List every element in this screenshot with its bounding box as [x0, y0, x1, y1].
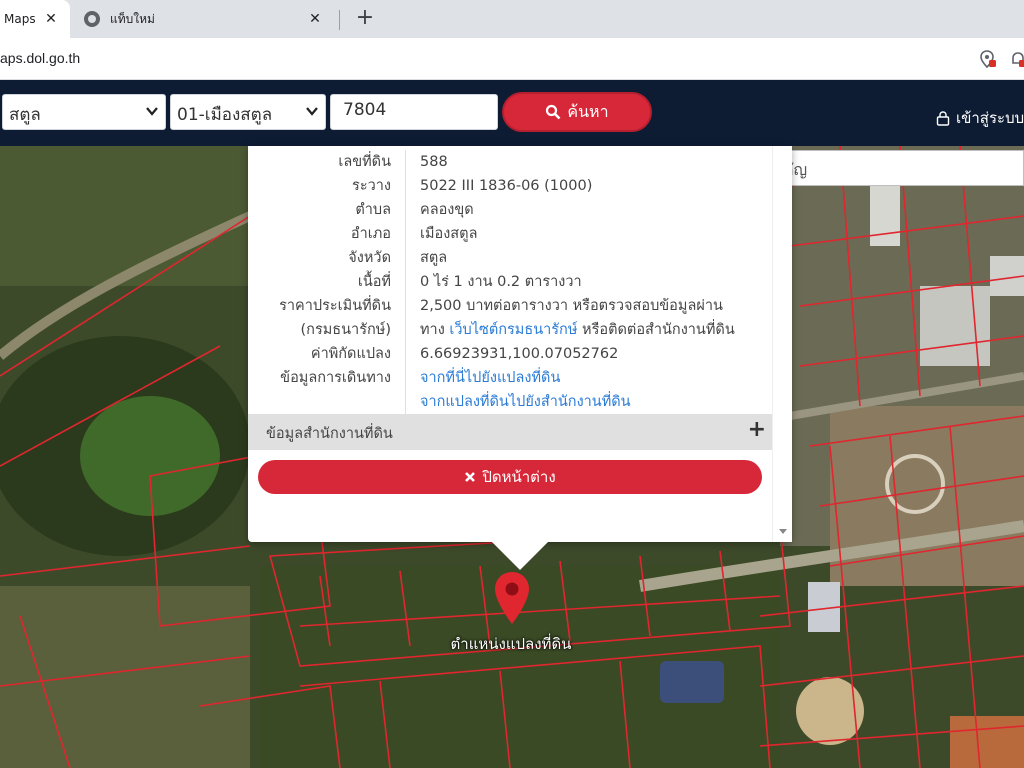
url-text[interactable]: aps.dol.go.th: [0, 50, 80, 66]
search-button[interactable]: ค้นหา: [502, 92, 652, 132]
info-row-map-sheet: ระวาง 5022 III 1836-06 (1000): [248, 174, 772, 198]
address-bar[interactable]: aps.dol.go.th: [0, 38, 1024, 80]
info-value: สตูล: [420, 250, 448, 266]
directions-to-office-link[interactable]: จากแปลงที่ดินไปยังสำนักงานที่ดิน: [420, 390, 631, 414]
times-icon: [465, 472, 476, 482]
info-value: 588: [420, 154, 448, 170]
close-window-button[interactable]: ปิดหน้าต่าง: [258, 460, 762, 494]
info-value: เมืองสตูล: [420, 226, 478, 242]
province-value: สตูล: [9, 105, 41, 125]
coordinates-link[interactable]: 6.66923931,100.07052762: [406, 342, 618, 366]
info-value: คลองขุด: [420, 202, 474, 218]
info-label: จังหวัด: [248, 246, 406, 270]
close-window-label: ปิดหน้าต่าง: [482, 468, 556, 486]
district-select[interactable]: 01-เมืองสตูล: [170, 94, 326, 130]
location-blocked-icon[interactable]: [980, 50, 996, 68]
price-line1: 2,500 บาทต่อตารางวา หรือตรวจสอบข้อมูลผ่า…: [420, 298, 723, 314]
info-label: ระวาง: [248, 174, 406, 198]
directions-label: ข้อมูลการเดินทาง: [280, 370, 391, 386]
info-label: ข้อมูลการเดินทาง: [248, 366, 406, 414]
search-toolbar: สตูล 01-เมืองสตูล 7804 ค้นหา เข้าสู่ระบบ: [0, 80, 1024, 146]
info-label: อำเภอ: [248, 222, 406, 246]
info-value: 0 ไร่ 1 งาน 0.2 ตารางวา: [420, 274, 582, 290]
login-link[interactable]: เข้าสู่ระบบ: [936, 106, 1024, 130]
info-row-district: อำเภอ เมืองสตูล: [248, 222, 772, 246]
info-value: จากที่นี่ไปยังแปลงที่ดิน จากแปลงที่ดินไป…: [406, 366, 631, 414]
close-tab-icon[interactable]: ✕: [306, 10, 324, 28]
info-value: 2,500 บาทต่อตารางวา หรือตรวจสอบข้อมูลผ่า…: [406, 294, 735, 342]
map-pin-icon[interactable]: [492, 570, 532, 626]
search-icon: [546, 104, 561, 120]
parcel-info-popup: เลขที่ดิน 588 ระวาง 5022 III 1836-06 (10…: [248, 146, 792, 570]
info-row-appraised-price: ราคาประเมินที่ดิน (กรมธนารักษ์) 2,500 บา…: [248, 294, 772, 342]
chrome-icon: [84, 11, 100, 27]
land-office-section-toggle[interactable]: ข้อมูลสำนักงานที่ดิน +: [248, 414, 772, 450]
search-button-label: ค้นหา: [567, 101, 609, 121]
info-value: 5022 III 1836-06 (1000): [420, 178, 593, 194]
info-label: ค่าพิกัดแปลง: [248, 342, 406, 366]
chevron-down-icon: [306, 107, 318, 116]
browser-tab-new[interactable]: แท็บใหม่ ✕: [72, 0, 334, 38]
new-tab-button[interactable]: +: [352, 6, 378, 32]
scroll-down-arrow-icon[interactable]: [779, 529, 787, 534]
price-line2-suffix: หรือติดต่อสำนักงานที่ดิน: [582, 322, 735, 338]
province-select[interactable]: สตูล: [2, 94, 166, 130]
price-line2-prefix: ทาง: [420, 322, 445, 338]
parcel-number-input[interactable]: 7804: [330, 94, 498, 130]
price-label-line2: (กรมธนารักษ์): [300, 322, 391, 338]
plus-icon[interactable]: +: [748, 417, 766, 442]
browser-tab-active[interactable]: Maps ✕: [0, 0, 70, 38]
info-row-parcel-number: เลขที่ดิน 588: [248, 150, 772, 174]
info-label: ตำบล: [248, 198, 406, 222]
info-row-coordinates: ค่าพิกัดแปลง 6.66923931,100.07052762: [248, 342, 772, 366]
lock-icon: [936, 111, 950, 126]
close-tab-icon[interactable]: ✕: [42, 10, 60, 28]
tab-title: แท็บใหม่: [110, 11, 155, 26]
tab-separator: [339, 10, 340, 30]
marker-label: ตำแหน่งแปลงที่ดิน: [450, 635, 572, 653]
popup-scrollbar[interactable]: [772, 146, 792, 542]
parcel-info-table: เลขที่ดิน 588 ระวาง 5022 III 1836-06 (10…: [248, 150, 772, 414]
info-row-province: จังหวัด สตูล: [248, 246, 772, 270]
chevron-down-icon: [146, 107, 158, 116]
price-label-line1: ราคาประเมินที่ดิน: [279, 298, 391, 314]
district-value: 01-เมืองสตูล: [177, 105, 273, 125]
price-line2: ทาง เว็บไซต์กรมธนารักษ์ หรือติดต่อสำนักง…: [420, 318, 735, 342]
directions-to-parcel-link[interactable]: จากที่นี่ไปยังแปลงที่ดิน: [420, 366, 631, 390]
login-label: เข้าสู่ระบบ: [956, 109, 1024, 127]
land-office-section-label: ข้อมูลสำนักงานที่ดิน: [266, 426, 393, 442]
info-row-directions: ข้อมูลการเดินทาง จากที่นี่ไปยังแปลงที่ดิ…: [248, 366, 772, 414]
treasury-website-link[interactable]: เว็บไซต์กรมธนารักษ์: [449, 322, 577, 338]
browser-tab-bar: Maps ✕ แท็บใหม่ ✕ +: [0, 0, 1024, 38]
info-label: เลขที่ดิน: [248, 150, 406, 174]
tab-title: Maps: [4, 12, 36, 26]
info-row-subdistrict: ตำบล คลองขุด: [248, 198, 772, 222]
notification-blocked-icon[interactable]: [1010, 50, 1024, 68]
info-label: เนื้อที่: [248, 270, 406, 294]
info-row-area: เนื้อที่ 0 ไร่ 1 งาน 0.2 ตารางวา: [248, 270, 772, 294]
info-label: ราคาประเมินที่ดิน (กรมธนารักษ์): [248, 294, 406, 342]
